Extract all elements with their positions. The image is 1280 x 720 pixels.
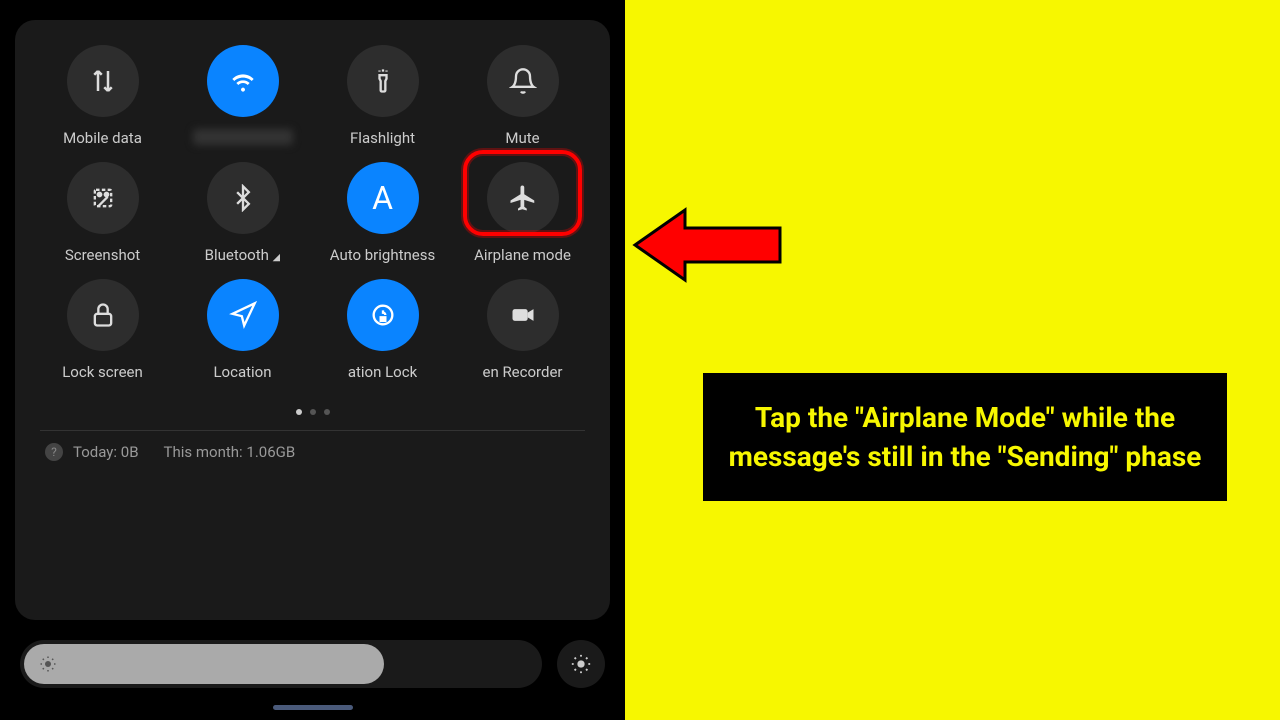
tile-screenshot[interactable]: Screenshot [35,162,170,264]
page-indicator [25,409,600,415]
tile-mute[interactable]: Mute [455,45,590,147]
page-dot [310,409,316,415]
tile-lock-screen[interactable]: Lock screen [35,279,170,381]
tile-bluetooth[interactable]: Bluetooth ◢ [175,162,310,264]
brightness-slider[interactable] [20,640,542,688]
tiles-grid: Mobile data Flashlight Mute [25,45,600,381]
tile-rotation-lock[interactable]: ation Lock [315,279,450,381]
tile-label: Lock screen [62,363,143,381]
navigation-icon [207,279,279,351]
usage-today: Today: 0B [73,443,139,461]
bluetooth-icon [207,162,279,234]
lock-icon [67,279,139,351]
tile-label-blurred [193,129,293,145]
tile-airplane-mode[interactable]: Airplane mode [455,162,590,264]
letter-a-icon: A [347,162,419,234]
quick-settings-container: Mobile data Flashlight Mute [15,20,610,620]
tile-label: ation Lock [348,363,417,381]
question-icon: ? [45,443,63,461]
tile-label: Auto brightness [330,246,435,264]
phone-quick-settings-panel: Mobile data Flashlight Mute [0,0,625,720]
airplane-icon [487,162,559,234]
mobile-data-icon [67,45,139,117]
tile-screen-recorder[interactable]: en Recorder [455,279,590,381]
instruction-callout: Tap the "Airplane Mode" while the messag… [700,370,1230,504]
rotation-lock-icon [347,279,419,351]
brightness-max-button[interactable] [557,640,605,688]
camera-icon [487,279,559,351]
tile-label: en Recorder [482,363,562,381]
tile-wifi[interactable] [175,45,310,147]
screenshot-icon [67,162,139,234]
flashlight-icon [347,45,419,117]
tile-location[interactable]: Location [175,279,310,381]
navigation-handle[interactable] [273,705,353,710]
usage-month: This month: 1.06GB [164,443,296,461]
tile-mobile-data[interactable]: Mobile data [35,45,170,147]
tile-label: Airplane mode [474,246,571,264]
page-dot [324,409,330,415]
tile-auto-brightness[interactable]: A Auto brightness [315,162,450,264]
tile-label: Location [213,363,271,381]
instruction-text: Tap the "Airplane Mode" while the messag… [723,398,1207,476]
divider [40,430,585,431]
tile-label: Mobile data [63,129,142,147]
tile-label: Mute [505,129,539,147]
tile-label: Bluetooth ◢ [205,246,281,264]
bell-icon [487,45,559,117]
tile-label: Flashlight [350,129,415,147]
wifi-icon [207,45,279,117]
data-usage-row[interactable]: ? Today: 0B This month: 1.06GB [25,443,600,461]
slider-fill [24,644,384,684]
tile-label: Screenshot [65,246,140,264]
page-dot [296,409,302,415]
tile-flashlight[interactable]: Flashlight [315,45,450,147]
annotation-arrow [625,200,785,290]
brightness-row [15,640,610,688]
